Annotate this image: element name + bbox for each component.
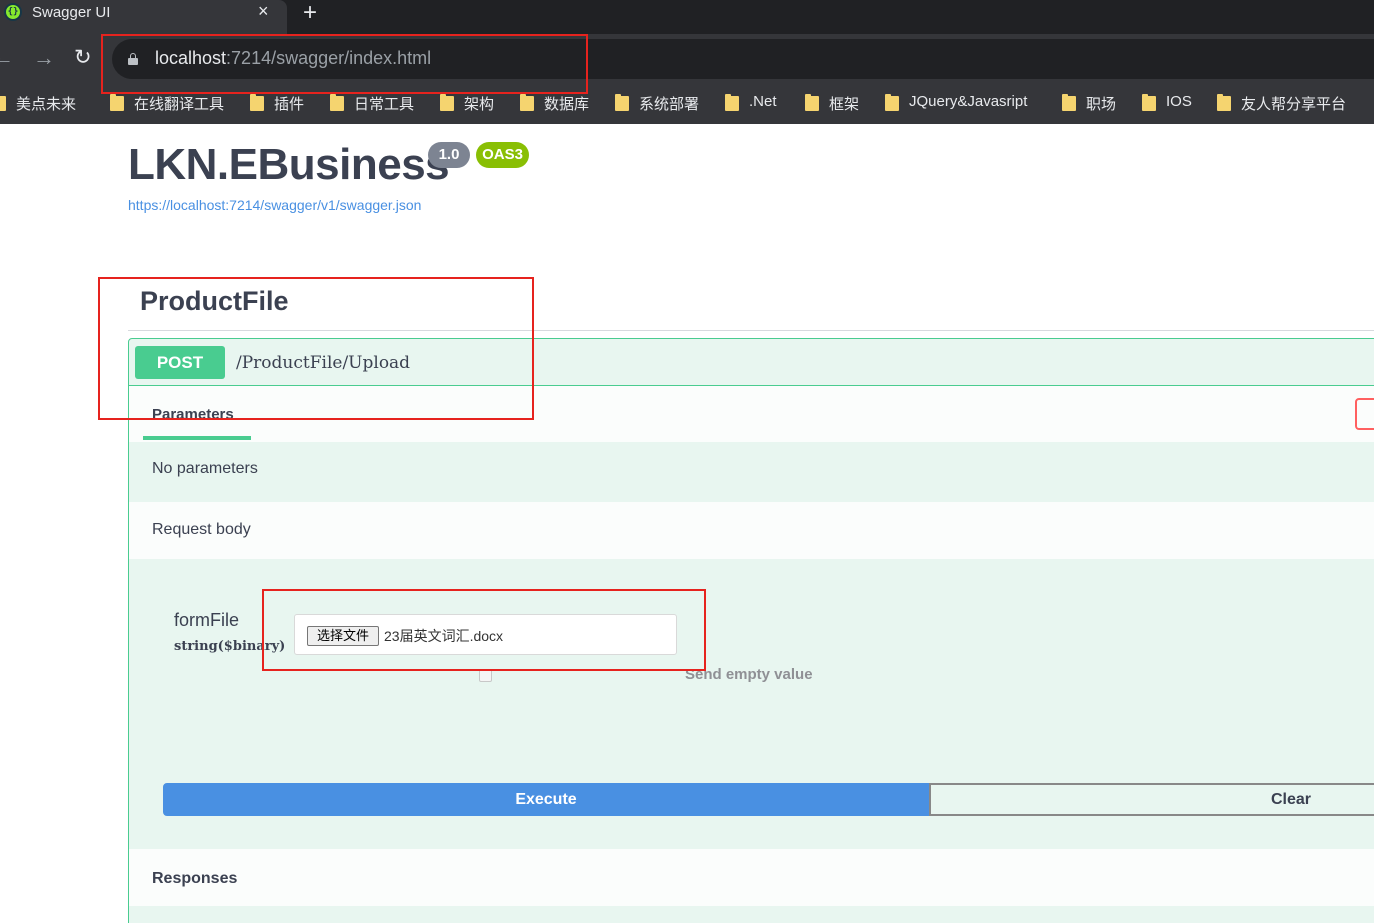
oas-badge: OAS3: [476, 142, 529, 168]
new-tab-icon[interactable]: +: [303, 0, 317, 27]
folder-icon: [250, 94, 264, 111]
reload-icon[interactable]: ↻: [74, 45, 92, 70]
request-body-label: Request body: [152, 521, 251, 538]
annotation-box-endpoint: [98, 277, 534, 420]
swagger-favicon-icon: {}: [4, 3, 22, 21]
bookmark-label: .Net: [749, 93, 777, 110]
no-parameters-text: No parameters: [152, 460, 258, 477]
folder-icon: [440, 94, 454, 111]
folder-icon: [330, 94, 344, 111]
folder-icon: [110, 94, 124, 111]
folder-icon: [1217, 94, 1231, 111]
request-body-header: Request body: [129, 502, 1374, 559]
back-icon[interactable]: ←: [0, 45, 14, 71]
responses-header: Responses: [129, 849, 1374, 906]
forward-icon[interactable]: →: [33, 45, 55, 71]
bookmark-label: 框架: [829, 96, 860, 113]
responses-label: Responses: [152, 870, 238, 887]
folder-icon: [0, 96, 6, 111]
annotation-box-url: [101, 34, 588, 94]
tab-strip: {} Swagger UI × +: [0, 0, 1374, 34]
folder-icon: [1062, 94, 1076, 111]
version-badge: 1.0: [428, 142, 470, 168]
folder-icon: [1142, 94, 1156, 111]
bookmark-label: JQuery&Javasript: [909, 93, 1028, 110]
folder-icon: [725, 94, 739, 111]
spec-link[interactable]: https://localhost:7214/swagger/v1/swagge…: [128, 197, 421, 213]
close-icon[interactable]: ×: [258, 1, 269, 22]
bookmark-label: 职场: [1086, 96, 1117, 113]
tab-title: Swagger UI: [32, 4, 111, 21]
folder-icon: [615, 94, 629, 111]
folder-icon: [885, 94, 899, 111]
folder-icon: [805, 94, 819, 111]
tab-underline: [143, 436, 251, 440]
bookmark-label: 美点未来: [16, 96, 77, 113]
bookmark-label: 系统部署: [639, 96, 700, 113]
tab-swagger-ui[interactable]: {} Swagger UI ×: [0, 0, 287, 34]
bookmark-label: 数据库: [544, 96, 590, 113]
bookmark-label: 架构: [464, 96, 495, 113]
bookmark-label: 友人帮分享平台: [1241, 96, 1347, 113]
execute-button[interactable]: Execute: [163, 783, 929, 816]
clear-button[interactable]: Clear: [929, 783, 1374, 816]
bookmark-label: 插件: [274, 96, 305, 113]
api-title: LKN.EBusiness: [128, 140, 450, 189]
bookmark-label: 日常工具: [354, 96, 415, 113]
bookmark-label: IOS: [1166, 93, 1192, 110]
folder-icon: [520, 94, 534, 111]
bookmark-label: 在线翻译工具: [134, 96, 225, 113]
cancel-button[interactable]: [1355, 398, 1374, 430]
param-name: formFile: [174, 610, 240, 630]
annotation-box-file: [262, 589, 706, 671]
